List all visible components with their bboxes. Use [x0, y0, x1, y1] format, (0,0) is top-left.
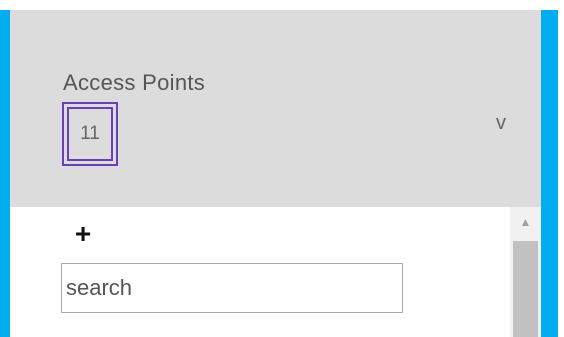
scrollbar-thumb[interactable] — [513, 241, 538, 337]
left-accent-border — [0, 10, 10, 337]
access-points-header[interactable]: Access Points 11 v — [10, 10, 541, 207]
chevron-down-icon[interactable]: v — [488, 110, 514, 136]
scroll-up-arrow-icon[interactable]: ▲ — [510, 211, 541, 233]
access-points-list: + ▲ — [10, 207, 541, 337]
count-value: 11 — [67, 107, 113, 161]
add-button[interactable]: + — [68, 218, 98, 249]
count-badge: 11 — [62, 102, 118, 166]
right-accent-border — [541, 10, 558, 337]
top-strip — [10, 0, 541, 10]
search-input[interactable] — [61, 263, 403, 313]
panel-title: Access Points — [63, 70, 206, 95]
access-points-widget: Access Points 11 v + ▲ — [0, 0, 564, 337]
